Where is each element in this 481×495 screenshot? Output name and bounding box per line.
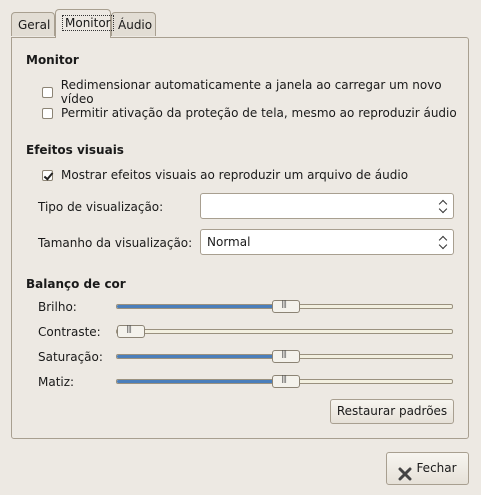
hue-label: Matiz: [38,375,75,389]
visualization-size-select[interactable]: Normal [200,229,454,255]
restore-defaults-button[interactable]: Restaurar padrões [330,399,454,424]
brightness-slider[interactable] [116,299,453,313]
tab-audio[interactable]: Áudio [111,12,156,36]
tab-monitor-label: Monitor [62,15,114,31]
tab-geral-label: Geral [18,18,51,32]
tab-monitor[interactable]: Monitor [55,9,114,38]
contrast-slider[interactable] [116,324,453,338]
updown-arrows-icon [439,198,447,214]
monitor-heading: Monitor [26,53,79,67]
brightness-label: Brilho: [38,300,77,314]
monitor-panel: Monitor Redimensionar automaticamente a … [11,37,469,439]
hue-slider-fill [117,380,276,383]
hue-slider[interactable] [116,374,453,388]
brightness-slider-thumb[interactable] [272,299,300,313]
saturation-slider-thumb[interactable] [272,349,300,363]
resize-checkbox-row[interactable]: Redimensionar automaticamente a janela a… [42,78,468,106]
tab-geral[interactable]: Geral [11,12,55,36]
saturation-slider-fill [117,355,276,358]
brightness-slider-fill [117,305,276,308]
contrast-label: Contraste: [38,325,101,339]
color-balance-heading: Balanço de cor [26,277,126,291]
screensaver-checkbox[interactable] [42,107,53,119]
restore-defaults-label: Restaurar padrões [336,404,448,418]
visualization-size-label: Tamanho da visualização: [38,236,193,250]
contrast-slider-thumb[interactable] [117,324,145,338]
show-visuals-checkbox-label: Mostrar efeitos visuais ao reproduzir um… [61,168,409,182]
show-visuals-checkbox[interactable] [42,169,53,181]
saturation-label: Saturação: [38,350,103,364]
updown-arrows-icon [439,234,447,250]
visualization-type-select[interactable] [200,193,454,219]
tab-audio-label: Áudio [118,18,153,32]
visualization-type-label: Tipo de visualização: [38,200,164,214]
screensaver-checkbox-label: Permitir ativação da proteção de tela, m… [61,106,457,120]
visualization-size-value: Normal [207,235,251,249]
resize-checkbox-label: Redimensionar automaticamente a janela a… [60,78,442,106]
visual-effects-heading: Efeitos visuais [26,143,124,157]
screensaver-checkbox-row[interactable]: Permitir ativação da proteção de tela, m… [42,106,457,120]
resize-checkbox[interactable] [42,86,53,98]
saturation-slider[interactable] [116,349,453,363]
show-visuals-checkbox-row[interactable]: Mostrar efeitos visuais ao reproduzir um… [42,168,408,182]
close-icon [398,462,412,480]
close-button[interactable]: Fechar [386,452,469,485]
close-button-label: Fechar [416,461,457,475]
hue-slider-thumb[interactable] [272,374,300,388]
